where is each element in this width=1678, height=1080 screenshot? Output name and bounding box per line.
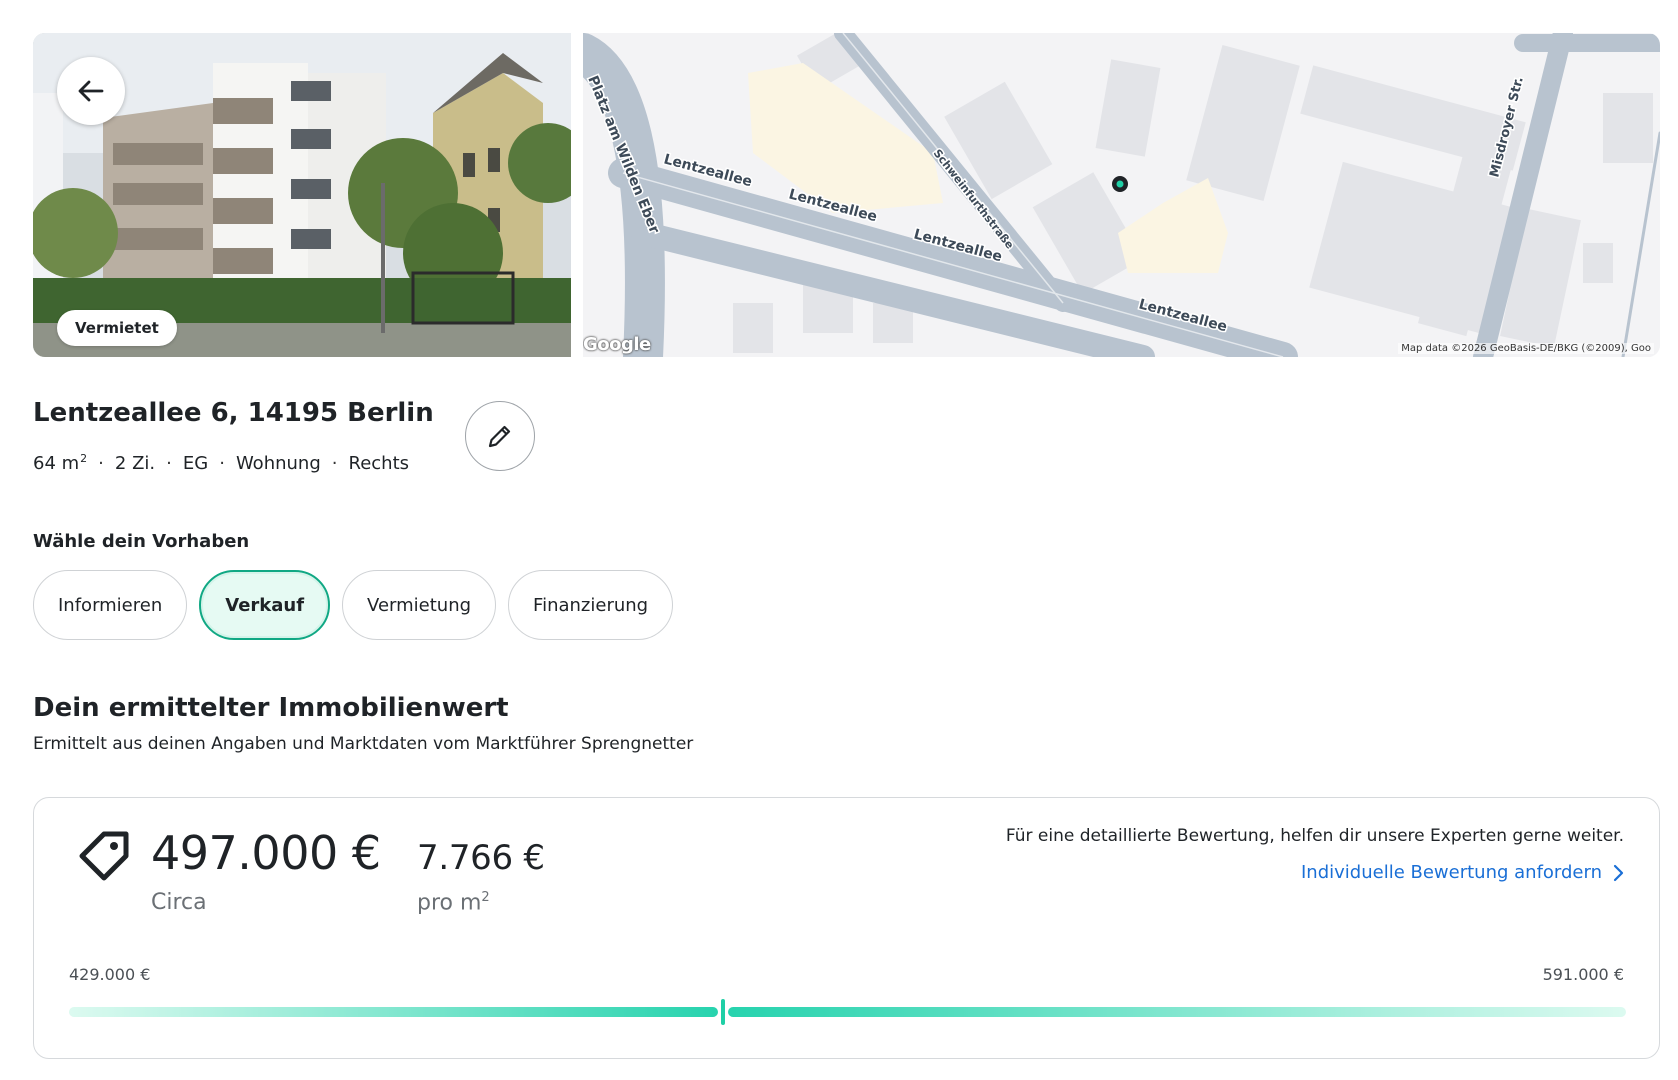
map-attribution[interactable]: Map data ©2026 GeoBasis-DE/BKG (©2009), … [1398,343,1654,354]
fact-separator: · [219,453,225,474]
fact-separator: · [331,453,338,474]
range-bar-lower-segment [69,1007,718,1017]
intent-option-vermietung[interactable]: Vermietung [342,570,497,640]
edit-property-button[interactable] [465,401,535,471]
price-per-sqm: 7.766 € [417,838,545,878]
range-max-label: 591.000 € [1542,965,1624,984]
intent-option-finanzierung[interactable]: Finanzierung [508,570,674,640]
estimated-price: 497.000 € [151,826,381,880]
price-per-sqm-caption: pro m2 [417,890,490,916]
estimate-marker [720,998,726,1026]
valuation-subheading: Ermittelt aus deinen Angaben und Marktda… [33,734,694,754]
expert-text: Für eine detaillierte Bewertung, helfen … [1005,826,1624,846]
map-illustration: Platz am Wilden Eber Lentzeallee Lentzea… [583,33,1660,357]
fact-separator: · [166,453,172,474]
map-pin-icon [1112,176,1128,192]
google-logo: Google [583,334,651,355]
intent-options: Informieren Verkauf Vermietung Finanzier… [33,570,674,640]
back-button[interactable] [57,57,125,125]
request-valuation-link[interactable]: Individuelle Bewertung anfordern [1301,862,1624,883]
fact-type: Wohnung [235,453,321,474]
request-valuation-link-label: Individuelle Bewertung anfordern [1300,862,1602,883]
chevron-right-icon [1613,864,1624,881]
valuation-heading: Dein ermittelter Immobilienwert [33,693,509,723]
intent-label: Wähle dein Vorhaben [33,531,250,552]
fact-floor: EG [182,453,209,474]
location-map[interactable]: Platz am Wilden Eber Lentzeallee Lentzea… [583,33,1660,357]
intent-option-verkauf[interactable]: Verkauf [199,570,331,640]
valuation-card: 497.000 € Circa 7.766 € pro m2 Für eine … [33,797,1660,1059]
range-bar-upper-segment [728,1007,1626,1017]
range-min-label: 429.000 € [69,965,151,984]
status-badge: Vermietet [57,310,177,346]
fact-rooms: 2 Zi. [114,453,156,474]
property-facts: 64 m2 · 2 Zi. · EG · Wohnung · Rechts [33,452,409,474]
price-range-bar [69,998,1626,1026]
arrow-left-icon [78,80,104,102]
fact-position: Rechts [348,453,410,474]
fact-separator: · [98,453,104,474]
address-title: Lentzeallee 6, 14195 Berlin [33,398,434,428]
intent-option-informieren[interactable]: Informieren [33,570,188,640]
fact-size: 64 m2 [33,452,88,474]
estimated-price-caption: Circa [151,890,207,915]
price-tag-icon [79,831,129,881]
pencil-icon [488,425,511,448]
